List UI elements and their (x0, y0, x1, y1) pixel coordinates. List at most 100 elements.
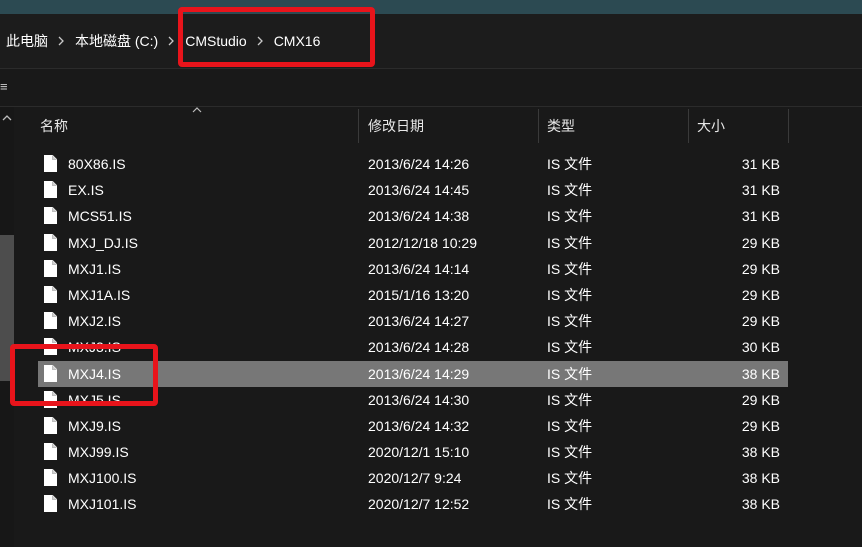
menu-icon[interactable]: ≡ (0, 79, 8, 94)
file-size: 29 KB (741, 260, 780, 277)
file-modified-date: 2013/6/24 14:45 (368, 182, 470, 199)
breadcrumb: 此电脑 本地磁盘 (C:) CMStudio CMX16 (0, 14, 320, 68)
column-divider[interactable] (788, 109, 789, 143)
file-name: MXJ3.IS (68, 339, 121, 356)
file-size: 29 KB (741, 391, 780, 408)
chevron-right-icon[interactable] (257, 36, 264, 46)
column-header-type[interactable]: 类型 (547, 107, 575, 145)
sort-ascending-icon (192, 105, 202, 116)
file-modified-date: 2013/6/24 14:26 (368, 156, 470, 172)
file-type: IS 文件 (547, 391, 593, 408)
file-size: 31 KB (741, 208, 780, 225)
breadcrumb-item-cmstudio[interactable]: CMStudio (185, 33, 246, 49)
file-row[interactable]: MXJ_DJ.IS 2012/12/18 10:29 IS 文件 29 KB (38, 230, 788, 256)
file-modified-date: 2013/6/24 14:32 (368, 417, 470, 434)
file-row[interactable]: EX.IS 2013/6/24 14:45 IS 文件 31 KB (38, 177, 788, 203)
file-icon (44, 311, 57, 330)
file-icon (44, 494, 57, 513)
file-icon (44, 390, 57, 408)
file-size: 29 KB (741, 234, 780, 251)
file-icon (44, 442, 57, 461)
file-size: 38 KB (741, 365, 780, 382)
file-row[interactable]: MXJ1A.IS 2015/1/16 13:20 IS 文件 29 KB (38, 282, 788, 308)
file-icon (44, 154, 57, 172)
file-row[interactable]: MXJ99.IS 2020/12/1 15:10 IS 文件 38 KB (38, 439, 788, 465)
file-type: IS 文件 (547, 286, 593, 303)
title-strip (0, 0, 862, 14)
file-name: MXJ1A.IS (68, 286, 131, 303)
file-size: 30 KB (741, 339, 780, 356)
file-row[interactable]: 80X86.IS 2013/6/24 14:26 IS 文件 31 KB (38, 151, 788, 177)
file-modified-date: 2020/12/7 9:24 (368, 470, 462, 487)
file-size: 31 KB (741, 182, 780, 199)
column-header-date[interactable]: 修改日期 (368, 107, 424, 145)
file-modified-date: 2013/6/24 14:30 (368, 391, 470, 408)
file-icon (44, 259, 57, 277)
navigation-pane-scrollbar[interactable] (0, 107, 14, 547)
file-row[interactable]: MXJ2.IS 2013/6/24 14:27 IS 文件 29 KB (38, 308, 788, 334)
file-icon (44, 364, 57, 382)
toolbar: ≡ (0, 69, 862, 107)
file-size: 31 KB (741, 156, 780, 172)
file-row[interactable]: MXJ100.IS 2020/12/7 9:24 IS 文件 38 KB (38, 465, 788, 491)
file-size: 29 KB (741, 286, 780, 303)
file-size: 29 KB (741, 417, 780, 434)
file-name: MXJ99.IS (68, 444, 129, 461)
file-name: MXJ9.IS (68, 417, 121, 434)
column-header-name[interactable]: 名称 (40, 107, 68, 145)
file-row[interactable]: MXJ101.IS 2020/12/7 12:52 IS 文件 38 KB (38, 491, 788, 517)
file-size: 29 KB (741, 313, 780, 330)
scroll-up-icon[interactable] (2, 113, 12, 124)
file-icon (44, 416, 57, 434)
file-type: IS 文件 (547, 470, 593, 487)
file-icon (44, 285, 57, 303)
file-name: MXJ2.IS (68, 313, 121, 330)
file-type: IS 文件 (547, 260, 593, 277)
file-type: IS 文件 (547, 417, 593, 434)
file-name: MXJ_DJ.IS (68, 234, 139, 251)
file-modified-date: 2015/1/16 13:20 (368, 286, 470, 303)
file-icon (44, 206, 57, 225)
file-row[interactable]: MXJ9.IS 2013/6/24 14:32 IS 文件 29 KB (38, 413, 788, 439)
file-name: MXJ5.IS (68, 391, 121, 408)
column-divider[interactable] (358, 109, 359, 143)
file-name: MXJ100.IS (68, 470, 137, 487)
file-modified-date: 2013/6/24 14:29 (368, 365, 470, 382)
file-type: IS 文件 (547, 339, 593, 356)
file-name: MXJ101.IS (68, 496, 137, 513)
file-icon (44, 233, 57, 251)
chevron-right-icon[interactable] (58, 36, 65, 46)
chevron-right-icon[interactable] (168, 36, 175, 46)
file-name: MXJ1.IS (68, 260, 121, 277)
file-row[interactable]: MCS51.IS 2013/6/24 14:38 IS 文件 31 KB (38, 203, 788, 229)
breadcrumb-item-cmx16[interactable]: CMX16 (274, 33, 321, 49)
file-size: 38 KB (741, 496, 780, 513)
file-modified-date: 2012/12/18 10:29 (368, 234, 477, 251)
file-modified-date: 2013/6/24 14:38 (368, 208, 470, 225)
file-modified-date: 2013/6/24 14:28 (368, 339, 470, 356)
address-bar[interactable]: 此电脑 本地磁盘 (C:) CMStudio CMX16 (0, 14, 862, 69)
column-divider[interactable] (538, 109, 539, 143)
file-name: MXJ4.IS (68, 365, 121, 382)
file-icon (44, 180, 57, 199)
file-type: IS 文件 (547, 313, 593, 330)
breadcrumb-item-local-disk[interactable]: 本地磁盘 (C:) (75, 31, 158, 51)
file-row[interactable]: MXJ4.IS 2013/6/24 14:29 IS 文件 38 KB (38, 360, 788, 387)
breadcrumb-item-this-pc[interactable]: 此电脑 (6, 31, 48, 51)
file-name: 80X86.IS (68, 156, 126, 172)
file-type: IS 文件 (547, 156, 593, 172)
file-name: MCS51.IS (68, 208, 132, 225)
file-row[interactable]: MXJ1.IS 2013/6/24 14:14 IS 文件 29 KB (38, 256, 788, 282)
file-size: 38 KB (741, 470, 780, 487)
file-type: IS 文件 (547, 208, 593, 225)
file-row[interactable]: MXJ5.IS 2013/6/24 14:30 IS 文件 29 KB (38, 387, 788, 413)
column-header-size[interactable]: 大小 (697, 107, 725, 145)
file-type: IS 文件 (547, 234, 593, 251)
file-name: EX.IS (68, 182, 104, 199)
column-divider[interactable] (688, 109, 689, 143)
file-size: 38 KB (741, 444, 780, 461)
file-explorer-window: 此电脑 本地磁盘 (C:) CMStudio CMX16 ≡ 名称 修改日期 类… (0, 0, 862, 547)
file-row[interactable]: MXJ3.IS 2013/6/24 14:28 IS 文件 30 KB (38, 334, 788, 360)
file-icon (44, 337, 57, 356)
scrollbar-thumb[interactable] (0, 235, 14, 381)
